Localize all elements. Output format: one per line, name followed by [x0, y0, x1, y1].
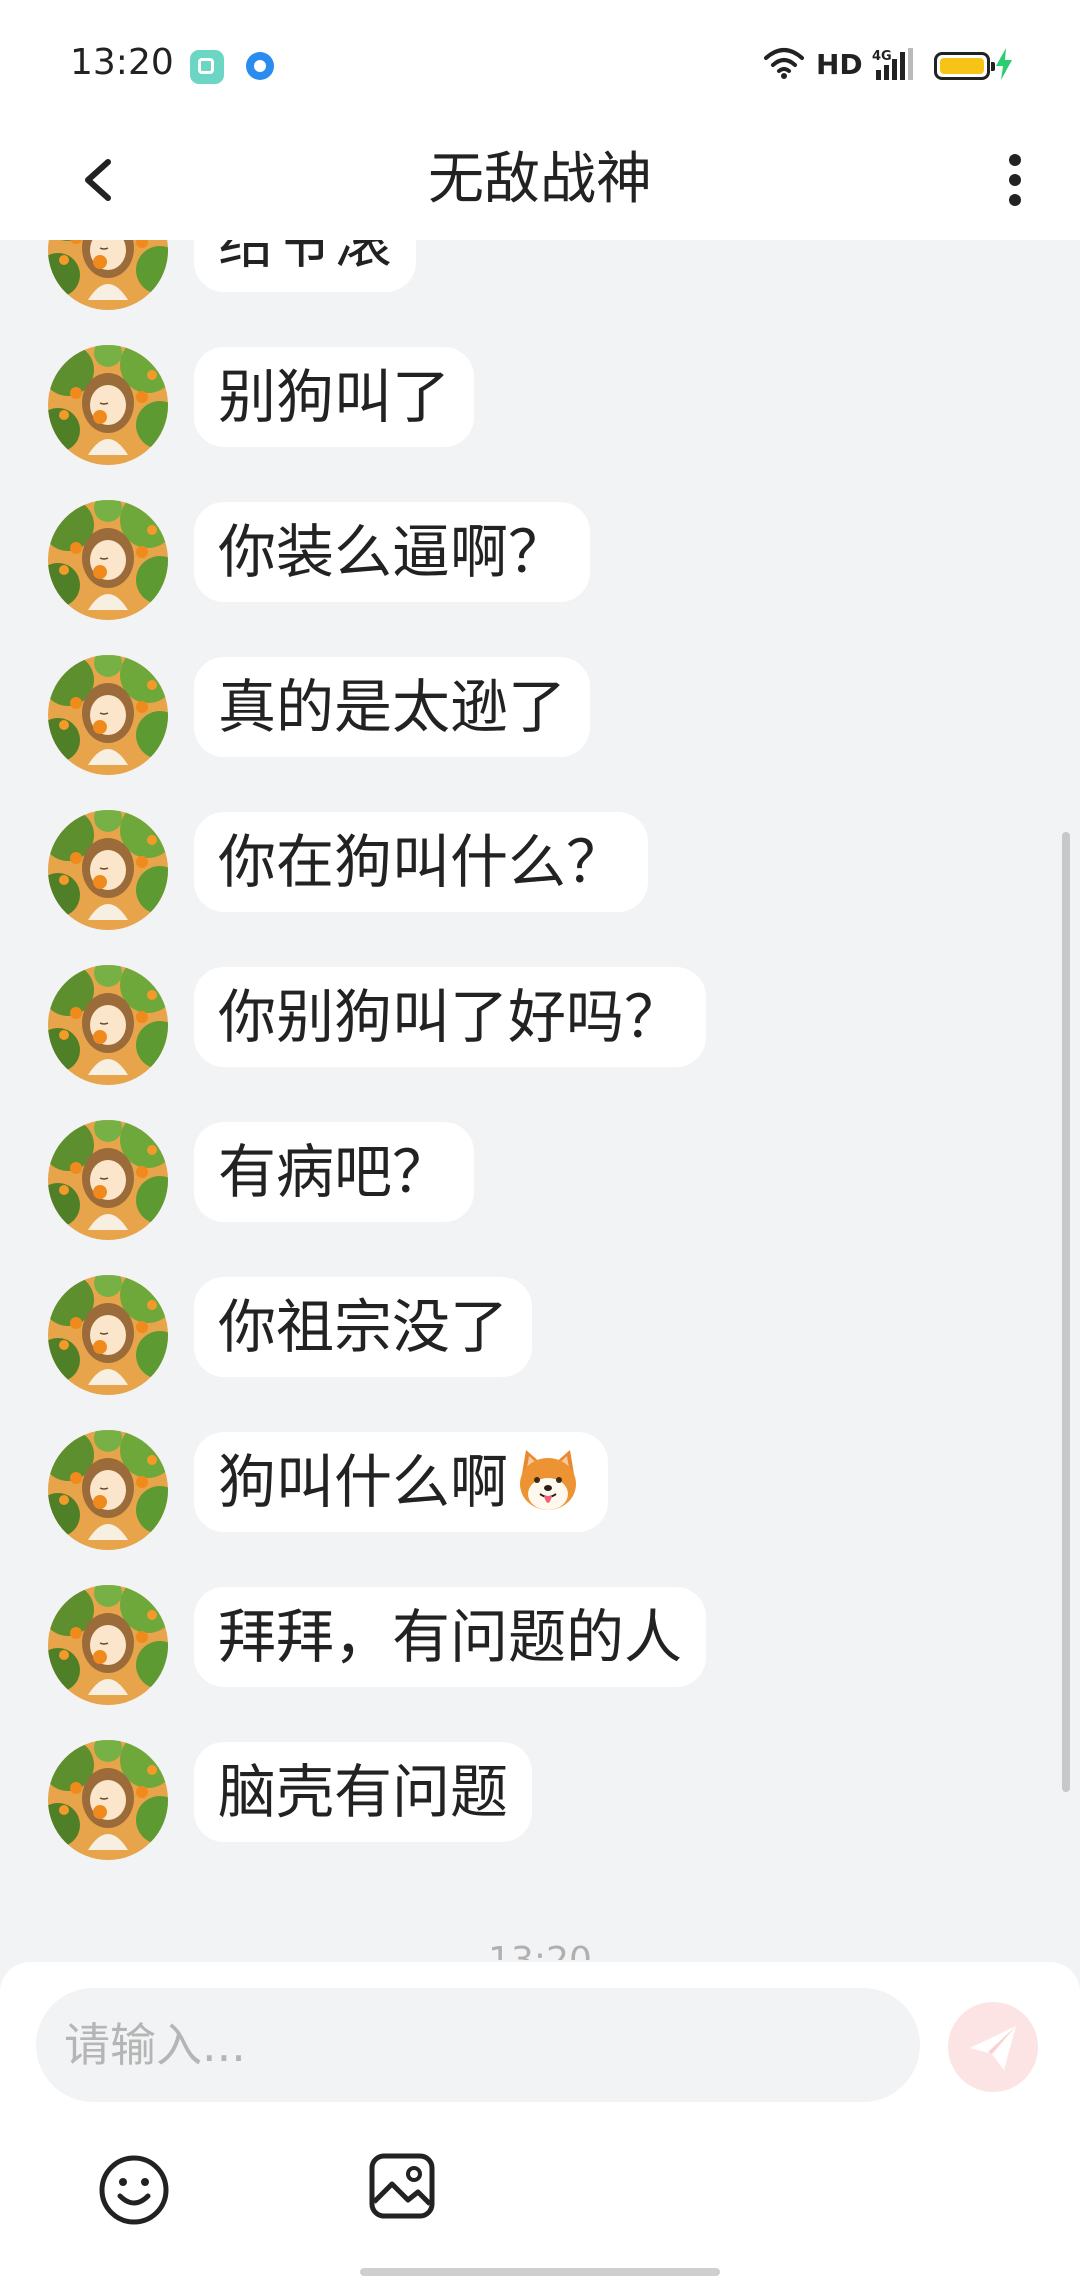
app-notification-icon	[190, 50, 224, 84]
message-row: 你装么逼啊？	[0, 500, 1080, 620]
message-row: 你在狗叫什么？	[0, 810, 1080, 930]
message-text: 别狗叫了	[218, 363, 451, 431]
message-row: 真的是太逊了	[0, 655, 1080, 775]
emoji-button[interactable]	[96, 2152, 172, 2228]
more-options-button[interactable]	[990, 140, 1040, 220]
message-row: 有病吧？	[0, 1120, 1080, 1240]
avatar[interactable]	[48, 810, 168, 930]
svg-text:4G: 4G	[872, 49, 892, 64]
chat-title: 无敌战神	[428, 147, 652, 212]
status-bar: 13:20 HD 4G	[0, 0, 1080, 120]
message-text: 拜拜，有问题的人	[218, 1603, 683, 1671]
avatar[interactable]	[48, 345, 168, 465]
wifi-icon	[764, 48, 804, 79]
status-time: 13:20	[70, 42, 174, 83]
shiba-dog-emoji	[512, 1444, 584, 1516]
send-button[interactable]	[948, 2002, 1038, 2092]
vertical-dots-icon	[1009, 154, 1021, 206]
message-row: 你别狗叫了好吗？	[0, 965, 1080, 1085]
image-button[interactable]	[366, 2150, 438, 2222]
avatar[interactable]	[48, 1120, 168, 1240]
battery-icon	[934, 52, 995, 80]
avatar[interactable]	[48, 1275, 168, 1395]
avatar[interactable]	[48, 500, 168, 620]
message-bubble[interactable]: 真的是太逊了	[194, 657, 591, 757]
message-text: 你在狗叫什么？	[218, 828, 625, 896]
message-bubble[interactable]: 脑壳有问题	[194, 1742, 533, 1842]
smiley-icon	[99, 2155, 169, 2225]
message-row: 别狗叫了	[0, 345, 1080, 465]
message-bubble[interactable]: 拜拜，有问题的人	[194, 1587, 707, 1687]
message-bubble[interactable]: 你祖宗没了	[194, 1277, 533, 1377]
message-bubble[interactable]: 狗叫什么啊	[194, 1432, 609, 1532]
scrollbar[interactable]	[1062, 832, 1070, 1792]
message-text: 你装么逼啊？	[218, 518, 567, 586]
avatar[interactable]	[48, 1585, 168, 1705]
avatar[interactable]	[48, 965, 168, 1085]
message-input[interactable]	[36, 1988, 920, 2102]
message-row: 你祖宗没了	[0, 1275, 1080, 1395]
avatar[interactable]	[48, 1740, 168, 1860]
paper-plane-icon	[970, 2026, 1016, 2070]
message-row: 脑壳有问题	[0, 1740, 1080, 1860]
message-bubble[interactable]: 有病吧？	[194, 1122, 475, 1222]
message-text: 给爷滚	[218, 240, 393, 276]
message-bubble[interactable]: 你别狗叫了好吗？	[194, 967, 707, 1067]
avatar[interactable]	[48, 655, 168, 775]
message-row: 狗叫什么啊	[0, 1430, 1080, 1550]
message-text: 你别狗叫了好吗？	[218, 983, 683, 1051]
message-text: 狗叫什么啊	[218, 1448, 509, 1516]
message-text: 你祖宗没了	[218, 1293, 509, 1361]
message-row: 给爷滚	[0, 240, 1080, 310]
message-bubble[interactable]: 你在狗叫什么？	[194, 812, 649, 912]
message-row: 拜拜，有问题的人	[0, 1585, 1080, 1705]
message-bubble[interactable]: 你装么逼啊？	[194, 502, 591, 602]
image-icon	[369, 2153, 435, 2219]
avatar[interactable]	[48, 240, 168, 310]
message-text: 有病吧？	[218, 1138, 451, 1206]
message-text: 真的是太逊了	[218, 673, 567, 741]
message-timestamp: 13:20	[0, 1940, 1080, 1960]
avatar[interactable]	[48, 1430, 168, 1550]
network-type-label: HD	[816, 48, 863, 81]
home-indicator[interactable]	[360, 2268, 720, 2276]
message-bubble[interactable]: 别狗叫了	[194, 347, 475, 447]
app-notification-icon	[246, 52, 274, 80]
charging-bolt-icon	[996, 48, 1012, 80]
input-panel	[0, 1962, 1080, 2280]
chat-header: 无敌战神	[0, 120, 1080, 240]
signal-4g-icon: 4G	[872, 48, 913, 80]
message-list[interactable]: 给爷滚 别狗叫了 你装么逼啊？ 真的是太逊了 你在狗叫什么？ 你别狗叫了好吗？ …	[0, 240, 1080, 1960]
message-bubble[interactable]: 给爷滚	[194, 240, 417, 292]
message-text: 脑壳有问题	[218, 1758, 509, 1826]
